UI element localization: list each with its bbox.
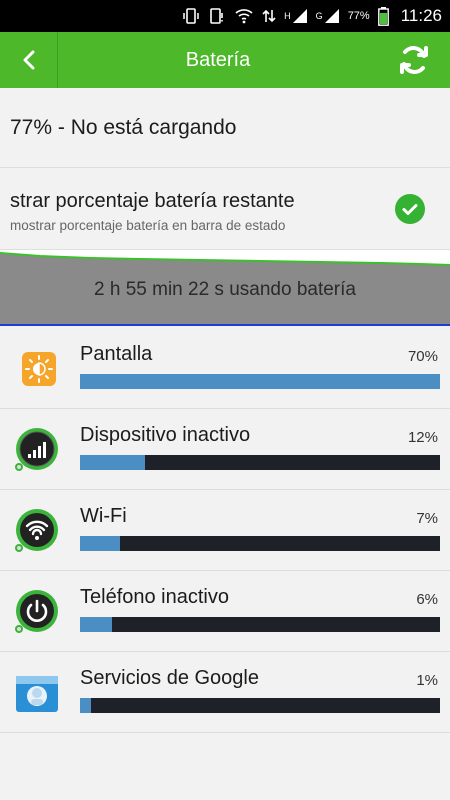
status-bar: H G 77% 11:26 <box>0 0 450 32</box>
usage-bar-fill <box>80 698 91 713</box>
data-transfer-icon <box>262 6 276 26</box>
usage-item-percent: 70% <box>407 348 438 365</box>
divider <box>0 324 450 326</box>
refresh-icon <box>400 46 428 74</box>
clock: 11:26 <box>400 6 442 25</box>
usage-bar-fill <box>80 374 440 389</box>
checkbox-checked[interactable] <box>395 194 425 224</box>
usage-item-pantalla[interactable]: Pantalla 70% <box>0 328 450 409</box>
usage-bar <box>80 698 440 713</box>
usage-item-name: Wi-Fi <box>80 505 127 527</box>
usage-item-wifi[interactable]: Wi-Fi 7% <box>0 490 450 571</box>
google-services-icon <box>16 670 62 716</box>
signal-2-icon: G <box>316 6 340 26</box>
app-bar: Batería <box>0 32 450 88</box>
power-icon <box>15 589 62 635</box>
phone-alert-icon <box>208 6 226 26</box>
battery-percent: 77% <box>347 10 370 22</box>
battery-usage-time: 2 h 55 min 22 s usando batería <box>94 279 356 300</box>
usage-bar <box>80 455 440 470</box>
back-button[interactable] <box>0 32 58 88</box>
brightness-icon <box>16 346 62 392</box>
usage-item-percent: 12% <box>407 429 438 446</box>
usage-bar <box>80 374 440 389</box>
usage-list: Pantalla 70% Dispositivo inactivo 12% Wi… <box>0 328 450 733</box>
vibrate-icon <box>182 6 200 26</box>
battery-icon <box>377 6 389 26</box>
usage-item-dispositivo-inactivo[interactable]: Dispositivo inactivo 12% <box>0 409 450 490</box>
check-icon <box>402 204 418 215</box>
usage-bar <box>80 536 440 551</box>
charge-status: 77% - No está cargando <box>0 88 450 168</box>
usage-item-servicios-de-google[interactable]: Servicios de Google 1% <box>0 652 450 733</box>
wifi-status-icon <box>234 6 254 26</box>
usage-item-telefono-inactivo[interactable]: Teléfono inactivo 6% <box>0 571 450 652</box>
usage-bar-fill <box>80 455 145 470</box>
wifi-icon <box>15 508 62 554</box>
usage-item-percent: 7% <box>416 510 438 527</box>
usage-item-name: Teléfono inactivo <box>80 586 229 608</box>
chevron-left-icon <box>23 50 34 70</box>
refresh-button[interactable] <box>378 32 450 88</box>
signal-bars-icon <box>15 427 62 473</box>
usage-item-percent: 1% <box>416 672 438 689</box>
usage-item-name: Dispositivo inactivo <box>80 424 251 446</box>
setting-subtitle: mostrar porcentaje batería en barra de e… <box>10 218 286 233</box>
usage-bar-fill <box>80 536 120 551</box>
battery-history-graph[interactable]: 2 h 55 min 22 s usando batería <box>0 250 450 324</box>
page-title: Batería <box>185 48 251 71</box>
usage-bar-fill <box>80 617 113 632</box>
setting-title: strar porcentaje batería restante <box>10 190 295 212</box>
signal-1-icon: H <box>284 6 308 26</box>
usage-item-percent: 6% <box>416 591 438 608</box>
show-percentage-setting[interactable]: strar porcentaje batería restante mostra… <box>0 168 450 250</box>
usage-bar <box>80 617 440 632</box>
usage-item-name: Servicios de Google <box>80 667 259 689</box>
usage-item-name: Pantalla <box>80 343 153 365</box>
